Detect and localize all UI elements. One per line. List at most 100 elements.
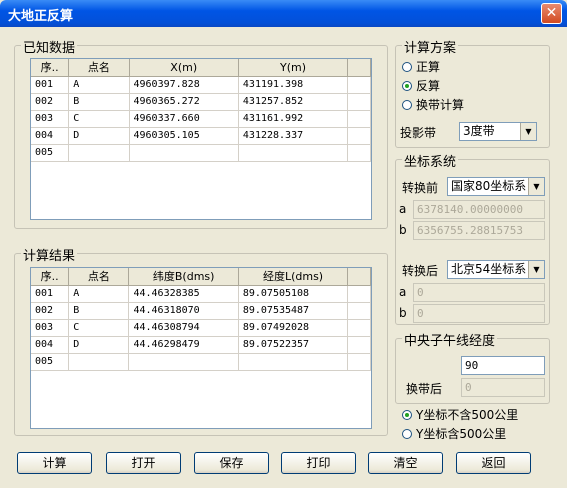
column-header[interactable]: 纬度B(dms)	[128, 268, 239, 286]
table-cell[interactable]: 431191.398	[238, 76, 349, 94]
table-cell[interactable]: B	[68, 93, 130, 111]
table-cell[interactable]: C	[68, 110, 130, 128]
after-system-select[interactable]: 北京54坐标系 ▼	[447, 260, 545, 279]
table-cell[interactable]: 003	[31, 319, 70, 337]
table-cell[interactable]	[238, 353, 349, 371]
column-header[interactable]: 点名	[68, 268, 130, 286]
table-cell[interactable]	[238, 144, 349, 162]
table-cell[interactable]: D	[68, 336, 130, 354]
table-cell[interactable]: 4960365.272	[129, 93, 239, 111]
after-b-label: b	[399, 306, 407, 320]
table-row[interactable]: 001 A 44.46328385 89.07505108	[31, 285, 371, 303]
table-cell[interactable]: 004	[31, 127, 70, 145]
table-cell[interactable]: 89.07492028	[238, 319, 349, 337]
meridian-input[interactable]: 90	[461, 356, 545, 375]
table-cell[interactable]: 4960305.105	[129, 127, 239, 145]
table-row[interactable]: 003 C 4960337.660 431161.992	[31, 110, 371, 128]
meridian-after-label: 换带后	[406, 382, 443, 396]
chevron-down-icon[interactable]: ▼	[528, 178, 544, 195]
table-cell-filler	[347, 319, 371, 337]
before-a-label: a	[399, 202, 407, 216]
table-cell[interactable]: 001	[31, 285, 70, 303]
meridian-label: 中央子午线经度	[402, 330, 498, 349]
scheme-option-zone-transform[interactable]: 换带计算	[402, 97, 464, 113]
table-cell[interactable]: 44.46308794	[128, 319, 239, 337]
table-cell[interactable]: C	[68, 319, 130, 337]
known-data-table[interactable]: 序.. 点名 X(m) Y(m) 001 A 4960397.828 431191.398 00…	[30, 58, 372, 220]
table-cell[interactable]	[68, 353, 130, 371]
table-cell-filler	[347, 110, 371, 128]
after-label: 转换后	[402, 264, 439, 278]
chevron-down-icon[interactable]: ▼	[520, 123, 536, 140]
close-button[interactable]: ✕	[541, 3, 562, 24]
column-header[interactable]: 序..	[31, 59, 70, 77]
table-cell[interactable]: 89.07535487	[238, 302, 349, 320]
zone-select[interactable]: 3度带 ▼	[459, 122, 537, 141]
table-cell[interactable]: 003	[31, 110, 70, 128]
before-a-field[interactable]: 6378140.00000000	[413, 200, 545, 219]
print-button[interactable]: 打印	[281, 452, 356, 474]
column-header[interactable]: 序..	[31, 268, 70, 286]
table-cell[interactable]: A	[68, 76, 130, 94]
table-cell[interactable]: 4960397.828	[129, 76, 239, 94]
scheme-option-inverse[interactable]: 反算	[402, 78, 440, 94]
table-row[interactable]: 003 C 44.46308794 89.07492028	[31, 319, 371, 337]
meridian-after-field[interactable]: 0	[461, 378, 545, 397]
table-cell[interactable]: 001	[31, 76, 70, 94]
y-option-include-500[interactable]: Y坐标含500公里	[402, 426, 506, 442]
result-table-grid: 序.. 点名 纬度B(dms) 经度L(dms) 001 A 44.46328385 89.0…	[31, 268, 371, 371]
column-header[interactable]: 点名	[68, 59, 130, 77]
table-cell[interactable]	[68, 144, 130, 162]
table-cell[interactable]: 4960337.660	[129, 110, 239, 128]
table-cell[interactable]: 431161.992	[238, 110, 349, 128]
table-cell[interactable]: 44.46298479	[128, 336, 239, 354]
table-row[interactable]: 002 B 4960365.272 431257.852	[31, 93, 371, 111]
result-table[interactable]: 序.. 点名 纬度B(dms) 经度L(dms) 001 A 44.46328385 89.0…	[30, 267, 372, 429]
zone-label: 投影带	[400, 126, 437, 140]
table-row[interactable]: 002 B 44.46318070 89.07535487	[31, 302, 371, 320]
table-cell[interactable]: 89.07522357	[238, 336, 349, 354]
table-cell-filler	[347, 144, 371, 162]
return-button[interactable]: 返回	[456, 452, 531, 474]
table-cell[interactable]: 002	[31, 302, 70, 320]
radio-icon	[402, 100, 412, 110]
table-cell[interactable]: 005	[31, 353, 70, 371]
before-system-select[interactable]: 国家80坐标系 ▼	[447, 177, 545, 196]
table-cell[interactable]: 44.46318070	[128, 302, 239, 320]
save-button[interactable]: 保存	[194, 452, 269, 474]
after-b-field[interactable]: 0	[413, 304, 545, 323]
before-b-field[interactable]: 6356755.28815753	[413, 221, 545, 240]
table-cell[interactable]: 44.46328385	[128, 285, 239, 303]
result-label: 计算结果	[21, 245, 78, 264]
table-cell[interactable]: 004	[31, 336, 70, 354]
column-header[interactable]: X(m)	[129, 59, 239, 77]
table-row[interactable]: 005	[31, 353, 371, 371]
table-cell[interactable]: A	[68, 285, 130, 303]
table-cell[interactable]	[128, 353, 239, 371]
scheme-option-forward[interactable]: 正算	[402, 59, 440, 75]
table-cell[interactable]: B	[68, 302, 130, 320]
coord-system-label: 坐标系统	[402, 151, 459, 170]
table-cell[interactable]: 005	[31, 144, 70, 162]
table-row[interactable]: 001 A 4960397.828 431191.398	[31, 76, 371, 94]
table-row[interactable]: 004 D 44.46298479 89.07522357	[31, 336, 371, 354]
column-header[interactable]: 经度L(dms)	[238, 268, 349, 286]
open-button[interactable]: 打开	[106, 452, 181, 474]
table-cell[interactable]: 89.07505108	[238, 285, 349, 303]
clear-button[interactable]: 清空	[368, 452, 443, 474]
table-cell[interactable]: D	[68, 127, 130, 145]
table-cell[interactable]: 002	[31, 93, 70, 111]
table-row[interactable]: 005	[31, 144, 371, 162]
table-row[interactable]: 004 D 4960305.105 431228.337	[31, 127, 371, 145]
table-cell-filler	[347, 93, 371, 111]
table-cell[interactable]: 431228.337	[238, 127, 349, 145]
table-cell[interactable]: 431257.852	[238, 93, 349, 111]
after-a-field[interactable]: 0	[413, 283, 545, 302]
column-header[interactable]: Y(m)	[238, 59, 349, 77]
y-option-exclude-500[interactable]: Y坐标不含500公里	[402, 407, 518, 423]
close-icon: ✕	[545, 5, 558, 21]
calculate-button[interactable]: 计算	[17, 452, 92, 474]
chevron-down-icon[interactable]: ▼	[528, 261, 544, 278]
table-cell[interactable]	[129, 144, 239, 162]
known-data-label: 已知数据	[21, 37, 78, 56]
